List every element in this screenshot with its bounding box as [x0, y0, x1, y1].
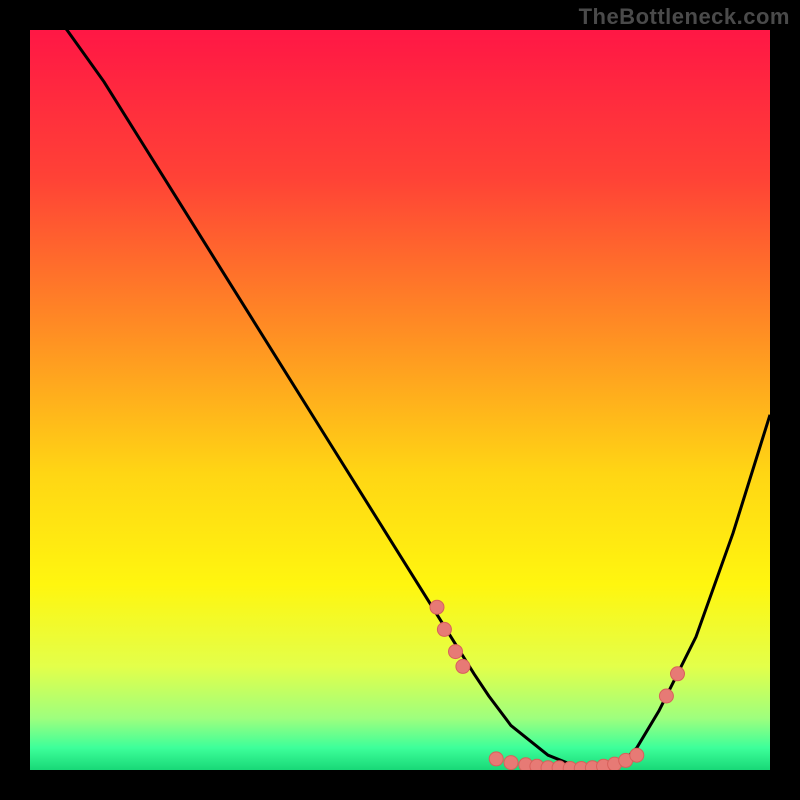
data-point-marker: [659, 689, 673, 703]
data-point-marker: [630, 748, 644, 762]
chart-frame: TheBottleneck.com: [0, 0, 800, 800]
data-point-marker: [489, 752, 503, 766]
plot-area: [30, 30, 770, 770]
data-point-marker: [430, 600, 444, 614]
data-point-marker: [449, 645, 463, 659]
chart-svg: [30, 30, 770, 770]
data-point-marker: [671, 667, 685, 681]
watermark-text: TheBottleneck.com: [579, 4, 790, 30]
data-point-marker: [437, 622, 451, 636]
data-point-marker: [504, 756, 518, 770]
data-point-marker: [456, 659, 470, 673]
